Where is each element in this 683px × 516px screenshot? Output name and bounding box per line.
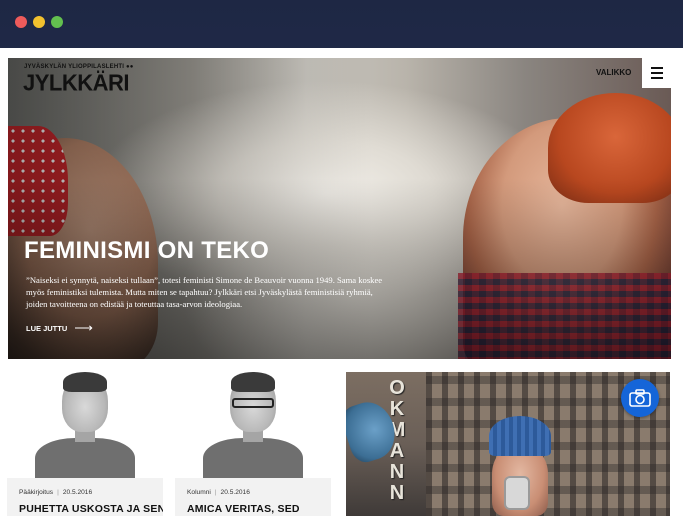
hamburger-icon[interactable] (642, 58, 671, 88)
hamburger-line (650, 67, 663, 69)
menu-label[interactable]: VALIKKO (596, 68, 631, 77)
read-more-label: LUE JUTTU (26, 323, 68, 333)
hero-image-shade (8, 58, 671, 359)
portrait-body (203, 438, 303, 478)
minimize-window-button[interactable] (33, 16, 45, 28)
article-category: Kolumni (187, 489, 211, 496)
site-logo[interactable]: JYLKKÄRI (23, 69, 130, 96)
hero-title[interactable]: FEMINISMI ON TEKO (24, 237, 269, 265)
photo-gallery-card[interactable]: OKMANN (346, 372, 670, 516)
photo-microphone (504, 476, 530, 510)
portrait-hair (231, 372, 275, 392)
article-category: Pääkirjoitus (19, 489, 54, 496)
read-more-link[interactable]: LUE JUTTU ⟶ (26, 320, 93, 335)
hamburger-line (650, 72, 663, 74)
camera-icon-glyph (629, 389, 651, 407)
article-card-editorial[interactable]: Pääkirjoitus | 20.5.2016 PUHETTA USKOSTA J… (7, 372, 163, 516)
author-portrait (7, 372, 163, 478)
arrow-right-icon: ⟶ (74, 320, 93, 335)
browser-viewport: JYVÄSKYLÄN YLIOPPILASLEHTI ●● JYLKKÄRI V… (0, 48, 683, 516)
meta-separator: | (57, 489, 59, 496)
browser-titlebar (0, 0, 683, 46)
maximize-window-button[interactable] (51, 16, 63, 28)
article-meta: Pääkirjoitus | 20.5.2016 (19, 489, 92, 496)
article-meta: Kolumni | 20.5.2016 (187, 489, 250, 496)
article-date: 20.5.2016 (62, 489, 93, 496)
article-headline[interactable]: AMICA VERITAS, SED (187, 503, 300, 515)
author-portrait (175, 372, 331, 478)
hero-article[interactable]: JYVÄSKYLÄN YLIOPPILASLEHTI ●● JYLKKÄRI V… (8, 58, 671, 359)
camera-icon[interactable] (621, 379, 659, 417)
meta-separator: | (214, 489, 217, 496)
article-card-column[interactable]: Kolumni | 20.5.2016 AMICA VERITAS, SED (175, 372, 331, 516)
photo-person-beanie (489, 416, 551, 456)
hamburger-line (650, 77, 663, 79)
portrait-glasses (232, 398, 274, 408)
hero-lead: ”Naiseksi ei synnytä, naiseksi tullaan”,… (26, 275, 383, 309)
portrait-hair (63, 372, 107, 392)
article-date: 20.5.2016 (220, 489, 250, 496)
portrait-body (35, 438, 135, 478)
article-headline[interactable]: PUHETTA USKOSTA JA SEN (19, 503, 163, 515)
close-window-button[interactable] (15, 16, 27, 28)
